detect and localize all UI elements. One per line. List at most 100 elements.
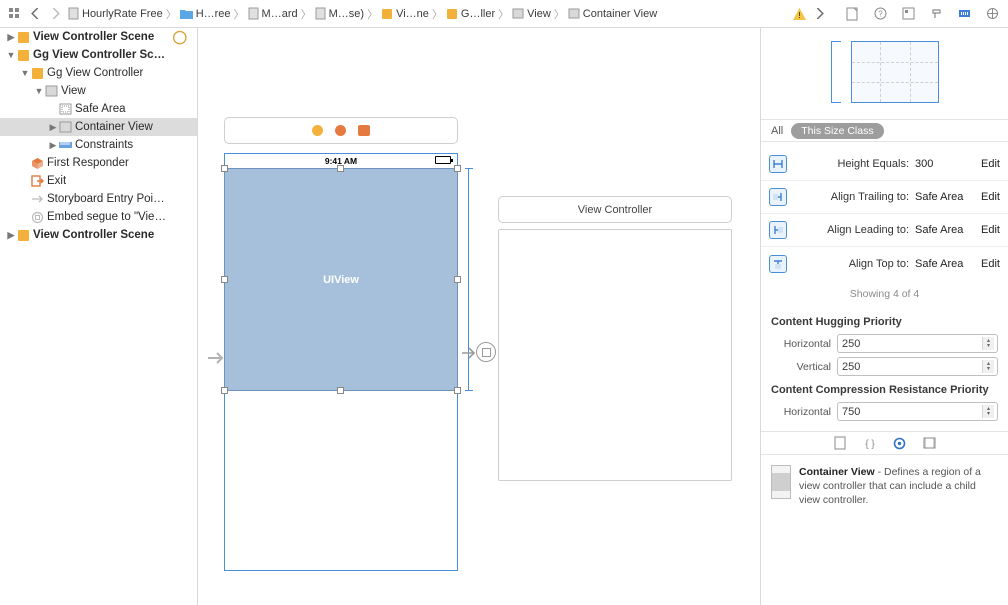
compression-h-combo[interactable]: 750 bbox=[837, 402, 998, 421]
size-tab-all[interactable]: All bbox=[771, 125, 783, 137]
forward-icon[interactable] bbox=[46, 5, 64, 23]
svg-text:?: ? bbox=[878, 10, 883, 19]
scene-object-responder-icon[interactable] bbox=[335, 125, 346, 136]
connections-inspector-icon[interactable] bbox=[982, 5, 1002, 23]
constraint-row[interactable]: Align Leading to:Safe AreaEdit bbox=[761, 214, 1008, 247]
media-library-tab-icon[interactable] bbox=[922, 435, 938, 451]
scene-object-vc-icon[interactable] bbox=[312, 125, 323, 136]
outline-row[interactable]: Safe Area bbox=[0, 100, 197, 118]
chevron-right-icon: 〉 bbox=[431, 6, 444, 22]
resize-handle[interactable] bbox=[337, 165, 344, 172]
stepper-icon[interactable] bbox=[982, 405, 994, 418]
outline-row[interactable]: Embed segue to "Vie… bbox=[0, 208, 197, 226]
resize-handle[interactable] bbox=[454, 387, 461, 394]
outline-row[interactable]: ▶View Controller Scene bbox=[0, 226, 197, 244]
inspector-tabs: ? bbox=[830, 5, 1002, 23]
related-items-icon[interactable] bbox=[6, 5, 24, 23]
resize-handle[interactable] bbox=[454, 165, 461, 172]
constraint-row[interactable]: Height Equals:300Edit bbox=[761, 148, 1008, 181]
disclosure-triangle-icon[interactable]: ▶ bbox=[48, 122, 58, 133]
constraint-edit-button[interactable]: Edit bbox=[981, 191, 1000, 203]
file-inspector-icon[interactable] bbox=[842, 5, 862, 23]
jump-bar: HourlyRate Free〉H…ree〉M…ard〉M…se)〉Vi…ne〉… bbox=[0, 0, 1008, 28]
resize-handle[interactable] bbox=[221, 276, 228, 283]
outline-item-icon bbox=[16, 30, 30, 44]
container-view-selected[interactable]: UIView bbox=[224, 168, 458, 391]
constraints-list: Height Equals:300EditAlign Trailing to:S… bbox=[761, 142, 1008, 282]
container-view-thumb-icon bbox=[771, 465, 791, 499]
scene-header[interactable] bbox=[224, 117, 458, 144]
outline-row[interactable]: First Responder bbox=[0, 154, 197, 172]
outline-row[interactable]: ▶ Container View bbox=[0, 118, 197, 136]
outline-row[interactable]: ▶Constraints bbox=[0, 136, 197, 154]
outline-item-label: First Responder bbox=[47, 157, 129, 169]
document-outline[interactable]: ▶View Controller Scene◯▼Gg View Controll… bbox=[0, 28, 198, 605]
chevron-right-icon: 〉 bbox=[233, 6, 246, 22]
outline-item-icon bbox=[30, 192, 44, 206]
file-template-tab-icon[interactable] bbox=[832, 435, 848, 451]
back-icon[interactable] bbox=[26, 5, 44, 23]
resize-handle[interactable] bbox=[221, 165, 228, 172]
outline-row[interactable]: Exit bbox=[0, 172, 197, 190]
warning-icon[interactable] bbox=[790, 5, 808, 23]
constraint-label: Align Trailing to: bbox=[793, 191, 909, 203]
outline-item-icon bbox=[30, 210, 44, 224]
embed-segue-icon[interactable] bbox=[476, 342, 496, 362]
add-scene-icon[interactable]: ◯ bbox=[172, 29, 193, 45]
outline-item-label: Container View bbox=[75, 121, 153, 133]
outline-row[interactable]: ▼Gg View Controller bbox=[0, 64, 197, 82]
attributes-inspector-icon[interactable] bbox=[926, 5, 946, 23]
disclosure-triangle-icon[interactable]: ▼ bbox=[34, 86, 44, 96]
resize-handle[interactable] bbox=[337, 387, 344, 394]
library-tabs: { } bbox=[761, 431, 1008, 455]
disclosure-triangle-icon[interactable]: ▶ bbox=[48, 140, 58, 151]
outline-item-icon bbox=[16, 48, 30, 62]
scene2-view[interactable] bbox=[498, 229, 732, 481]
outline-item-label: View Controller Scene bbox=[33, 31, 154, 43]
constraint-row[interactable]: Align Trailing to:Safe AreaEdit bbox=[761, 181, 1008, 214]
disclosure-triangle-icon[interactable]: ▶ bbox=[6, 32, 16, 43]
breadcrumb-item[interactable]: View bbox=[510, 8, 553, 20]
breadcrumb-item[interactable]: G…ller bbox=[444, 8, 497, 20]
resize-handle[interactable] bbox=[221, 387, 228, 394]
outline-row[interactable]: Storyboard Entry Poi… bbox=[0, 190, 197, 208]
stepper-icon[interactable] bbox=[982, 337, 994, 350]
disclosure-triangle-icon[interactable]: ▼ bbox=[6, 50, 16, 60]
constraint-edit-button[interactable]: Edit bbox=[981, 158, 1000, 170]
hugging-v-combo[interactable]: 250 bbox=[837, 357, 998, 376]
breadcrumb-item[interactable]: M…ard bbox=[246, 7, 300, 20]
size-tab-this[interactable]: This Size Class bbox=[791, 123, 883, 139]
device-frame: 9:41 AM UIView bbox=[224, 153, 458, 571]
help-inspector-icon[interactable]: ? bbox=[870, 5, 890, 23]
code-snippet-tab-icon[interactable]: { } bbox=[862, 435, 878, 451]
breadcrumb-item[interactable]: HourlyRate Free bbox=[66, 7, 165, 20]
storyboard-canvas[interactable]: 9:41 AM UIView View bbox=[198, 28, 760, 605]
resize-handle[interactable] bbox=[454, 276, 461, 283]
stepper-icon[interactable] bbox=[982, 360, 994, 373]
scene2-header[interactable]: View Controller bbox=[498, 196, 732, 223]
outline-row[interactable]: ▶ View Controller Scene ◯ bbox=[0, 28, 197, 46]
constraint-edit-button[interactable]: Edit bbox=[981, 224, 1000, 236]
breadcrumb-item[interactable]: M…se) bbox=[313, 7, 366, 20]
constraint-row[interactable]: Align Top to:Safe AreaEdit bbox=[761, 247, 1008, 280]
next-issue-icon[interactable] bbox=[810, 5, 828, 23]
object-library-tab-icon[interactable] bbox=[892, 435, 908, 451]
disclosure-triangle-icon[interactable]: ▼ bbox=[20, 68, 30, 78]
scene-gg-view-controller[interactable]: 9:41 AM UIView bbox=[224, 117, 458, 571]
constraint-edit-button[interactable]: Edit bbox=[981, 258, 1000, 270]
identity-inspector-icon[interactable] bbox=[898, 5, 918, 23]
scene-embedded-view-controller[interactable]: View Controller bbox=[498, 196, 732, 481]
constraint-type-icon bbox=[769, 155, 787, 173]
hugging-h-combo[interactable]: 250 bbox=[837, 334, 998, 353]
hugging-h-label: Horizontal bbox=[771, 338, 831, 350]
breadcrumb-item[interactable]: Container View bbox=[566, 8, 659, 20]
outline-row[interactable]: ▼View bbox=[0, 82, 197, 100]
scene-object-exit-icon[interactable] bbox=[358, 125, 370, 136]
breadcrumb-item[interactable]: Vi…ne bbox=[379, 8, 431, 20]
size-inspector-icon[interactable] bbox=[954, 5, 974, 23]
constraint-layout-preview[interactable] bbox=[761, 28, 1008, 120]
disclosure-triangle-icon[interactable]: ▶ bbox=[6, 230, 16, 241]
outline-row[interactable]: ▼Gg View Controller Sc… bbox=[0, 46, 197, 64]
compression-h-label: Horizontal bbox=[771, 406, 831, 418]
breadcrumb-item[interactable]: H…ree bbox=[178, 8, 233, 20]
